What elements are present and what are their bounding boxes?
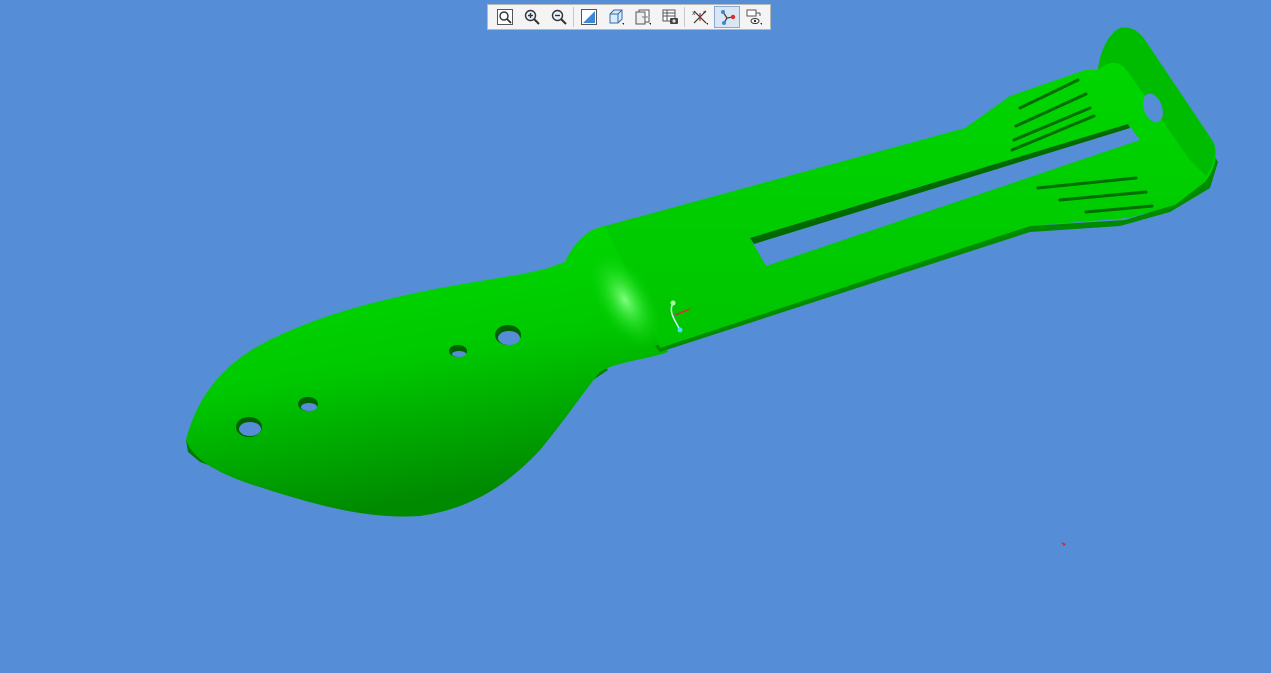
spin-center-icon <box>720 10 735 25</box>
graphics-viewport[interactable]: x * <box>0 0 1271 673</box>
refit-icon <box>496 9 513 25</box>
toolbar-separator <box>684 7 685 27</box>
zoom-out-icon <box>551 9 567 25</box>
toolbar-separator <box>573 7 574 27</box>
spoon-handle[interactable] <box>605 27 1216 349</box>
svg-text:*: * <box>703 10 706 17</box>
view-manager-icon <box>662 9 678 24</box>
display-style-icon <box>609 9 624 25</box>
display-style-button[interactable] <box>603 6 629 28</box>
zoom-out-button[interactable] <box>546 6 572 28</box>
repaint-button[interactable] <box>576 6 602 28</box>
repaint-icon <box>580 9 597 25</box>
zoom-in-icon <box>524 9 540 25</box>
saved-views-button[interactable] <box>630 6 656 28</box>
annotation-display-button[interactable] <box>741 6 767 28</box>
zoom-in-button[interactable] <box>519 6 545 28</box>
annotation-display-icon <box>746 9 762 25</box>
spin-center-button[interactable] <box>713 6 740 28</box>
origin-marker <box>1061 542 1066 546</box>
view-toolbar: x * <box>487 4 771 30</box>
refit-button[interactable] <box>492 6 518 28</box>
model-canvas[interactable] <box>0 0 1271 673</box>
svg-text:x: x <box>692 10 696 17</box>
datum-display-button[interactable]: x * <box>687 6 713 28</box>
datum-display-icon: x * <box>692 10 708 25</box>
saved-views-icon <box>635 9 651 25</box>
view-manager-button[interactable] <box>657 6 683 28</box>
